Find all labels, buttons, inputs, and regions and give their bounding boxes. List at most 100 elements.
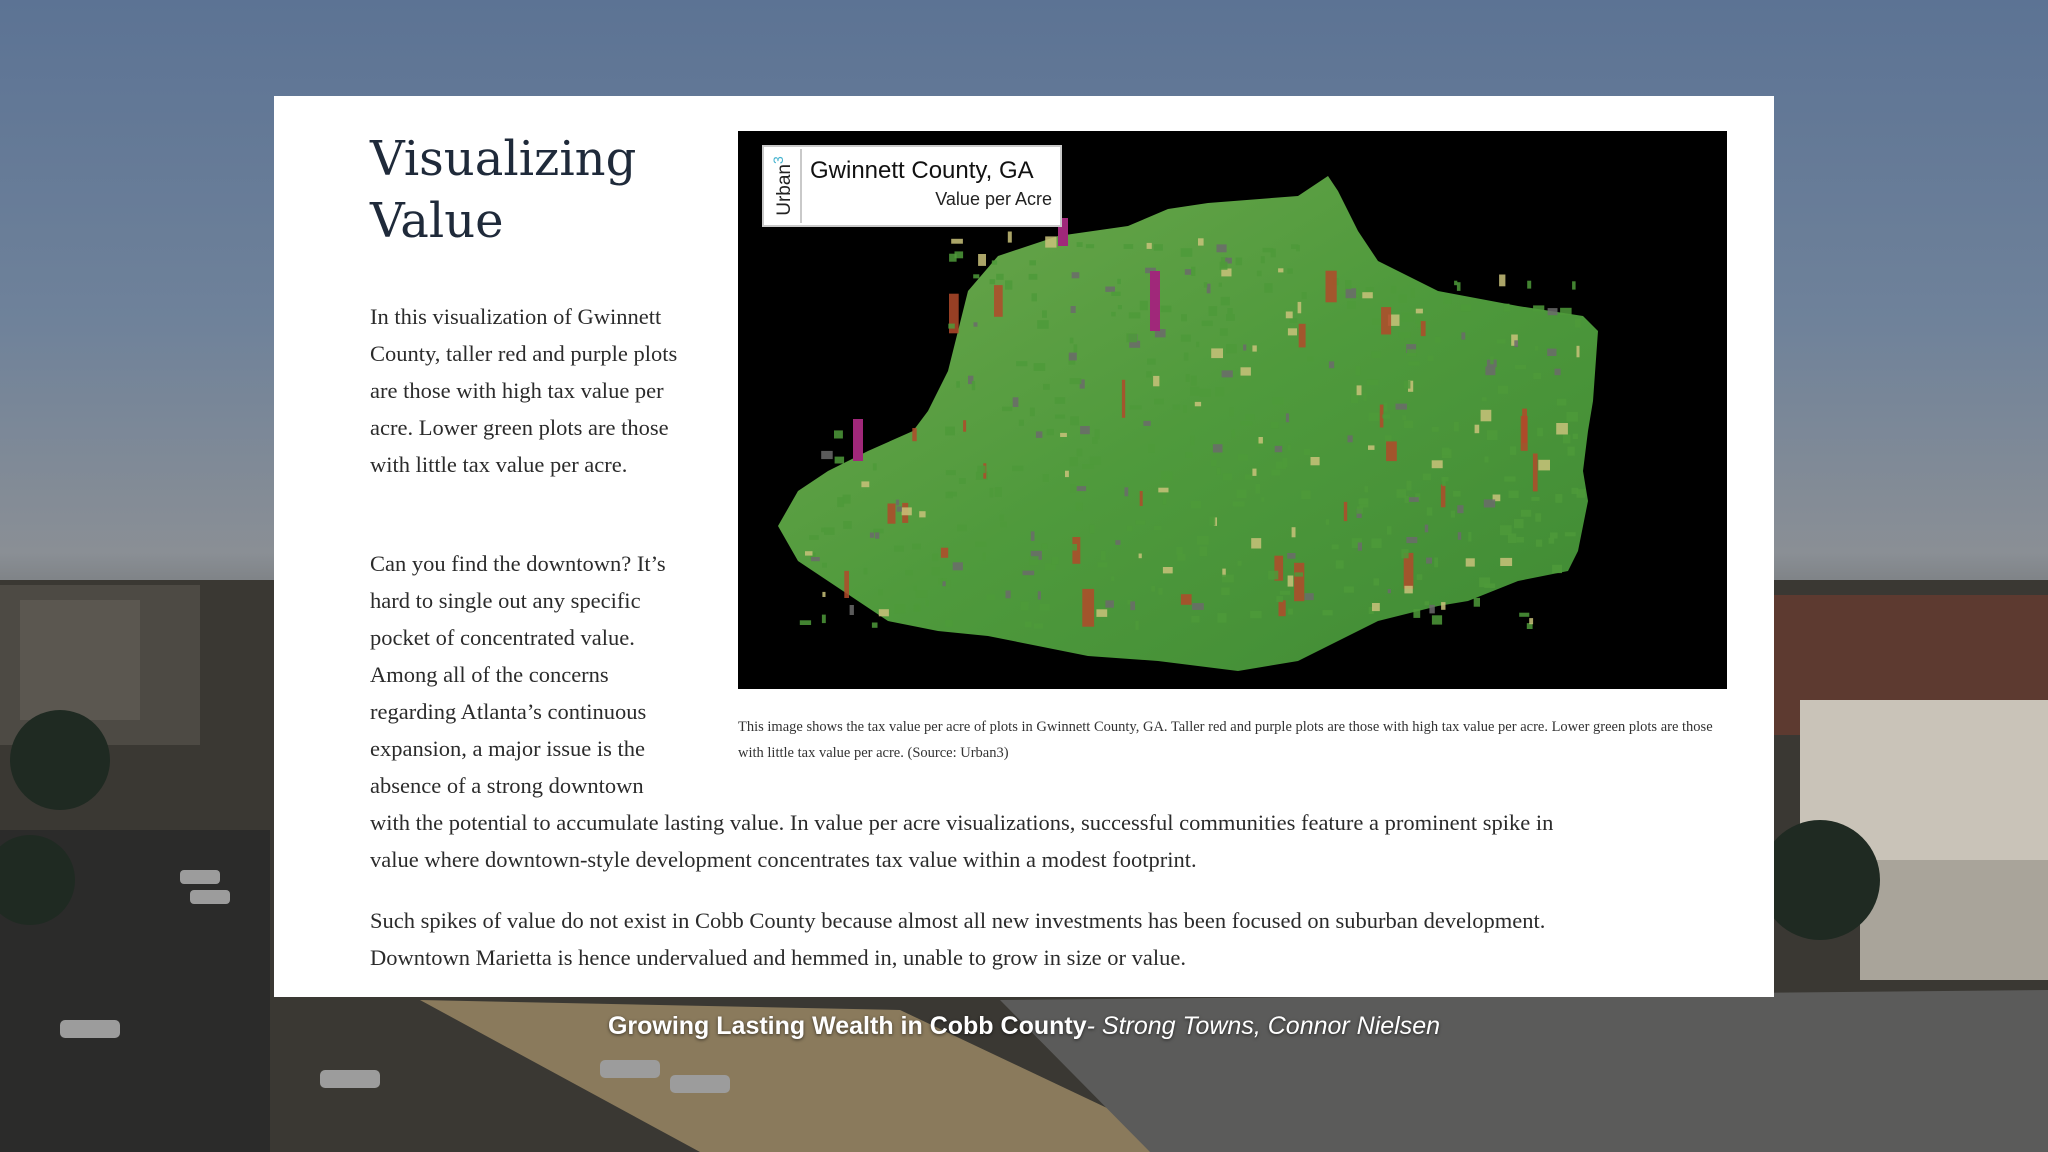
map-plot	[1068, 352, 1077, 361]
map-plot	[1381, 307, 1392, 335]
map-plot	[996, 273, 1004, 280]
map-plot	[1282, 457, 1288, 468]
map-plot	[878, 609, 889, 617]
map-plot	[1245, 414, 1255, 420]
credit-source: Strong Towns, Connor Nielsen	[1094, 1012, 1441, 1040]
map-plot	[1450, 510, 1456, 518]
map-plot	[1146, 242, 1152, 249]
map-plot	[948, 323, 955, 329]
map-plot	[1075, 502, 1083, 511]
map-plot	[1196, 341, 1200, 348]
map-plot	[1499, 274, 1506, 287]
map-spike	[1150, 271, 1160, 331]
map-plot	[834, 456, 845, 464]
map-plot	[1219, 328, 1228, 336]
map-plot	[1117, 278, 1121, 285]
map-plot	[1287, 444, 1291, 451]
map-plot	[1426, 557, 1432, 564]
map-plot	[905, 570, 913, 576]
map-plot	[1481, 397, 1487, 402]
map-plot	[1572, 281, 1576, 290]
map-plot	[945, 470, 956, 476]
map-plot	[1076, 242, 1083, 247]
map-plot	[1403, 420, 1413, 428]
map-plot	[1203, 282, 1208, 288]
map-plot	[1051, 557, 1059, 565]
urban3-logo: Urban3	[766, 149, 802, 223]
map-plot	[1222, 574, 1234, 583]
map-plot	[844, 570, 849, 598]
map-plot	[1547, 348, 1557, 356]
map-plot	[1151, 585, 1155, 592]
map-plot	[1434, 557, 1439, 568]
map-plot	[932, 553, 939, 562]
map-plot	[1564, 532, 1576, 537]
map-plot	[1276, 596, 1283, 603]
map-plot	[1554, 368, 1561, 376]
map-plot	[1364, 486, 1369, 493]
map-plot	[915, 590, 928, 598]
map-plot	[1366, 379, 1379, 385]
map-plot	[1034, 623, 1044, 629]
map-plot	[1258, 437, 1263, 444]
map-plot	[1575, 318, 1581, 328]
map-plot	[1124, 487, 1129, 497]
map-plot	[1042, 474, 1049, 482]
map-plot	[1082, 588, 1095, 627]
map-plot	[1070, 484, 1076, 493]
map-plot	[1180, 248, 1193, 257]
map-plot	[1413, 609, 1421, 618]
map-spike	[853, 419, 863, 461]
map-plot	[1480, 409, 1492, 422]
article-card: Visualizing Value In this visualization …	[274, 96, 1774, 997]
map-plot	[1071, 272, 1080, 279]
map-plot	[1270, 422, 1279, 429]
map-plot	[1408, 497, 1419, 502]
map-plot	[1138, 553, 1142, 559]
map-plot	[1161, 471, 1173, 481]
map-plot	[1069, 457, 1078, 467]
map-plot	[1111, 576, 1115, 581]
map-plot	[861, 481, 870, 488]
map-plot	[1435, 336, 1441, 343]
map-plot	[1516, 537, 1524, 543]
map-plot	[1162, 494, 1167, 505]
map-plot	[1158, 588, 1163, 595]
map-plot	[1069, 337, 1074, 344]
map-plot	[1372, 318, 1381, 325]
map-plot	[1211, 460, 1217, 467]
map-plot	[871, 622, 878, 628]
map-plot	[849, 605, 854, 615]
map-plot	[1154, 398, 1164, 405]
map-plot	[1496, 339, 1506, 344]
map-plot	[1555, 494, 1563, 503]
map-subtitle: Value per Acre	[935, 189, 1052, 209]
map-plot	[1356, 506, 1363, 514]
map-plot	[1000, 521, 1007, 528]
map-plot	[1054, 414, 1066, 419]
map-plot	[1065, 470, 1069, 478]
map-plot	[896, 506, 902, 512]
map-plot	[1072, 544, 1077, 551]
map-plot	[1221, 587, 1230, 595]
map-plot	[986, 594, 995, 600]
map-plot	[1199, 388, 1211, 397]
map-plot	[1456, 282, 1461, 291]
map-plot	[1538, 459, 1550, 471]
map-plot	[1153, 244, 1163, 251]
map-plot	[1199, 546, 1208, 557]
map-plot	[971, 380, 976, 391]
map-plot	[925, 599, 929, 607]
map-plot	[1153, 375, 1160, 387]
map-plot	[1181, 314, 1187, 322]
map-plot	[999, 514, 1005, 521]
map-plot	[1567, 446, 1575, 456]
map-plot	[1460, 304, 1471, 312]
map-plot	[1287, 575, 1294, 587]
map-plot	[1345, 288, 1357, 299]
map-plot	[1030, 531, 1035, 541]
map-plot	[989, 279, 996, 285]
map-plot	[1251, 538, 1262, 549]
map-plot	[1298, 323, 1306, 348]
map-plot	[1012, 397, 1019, 407]
